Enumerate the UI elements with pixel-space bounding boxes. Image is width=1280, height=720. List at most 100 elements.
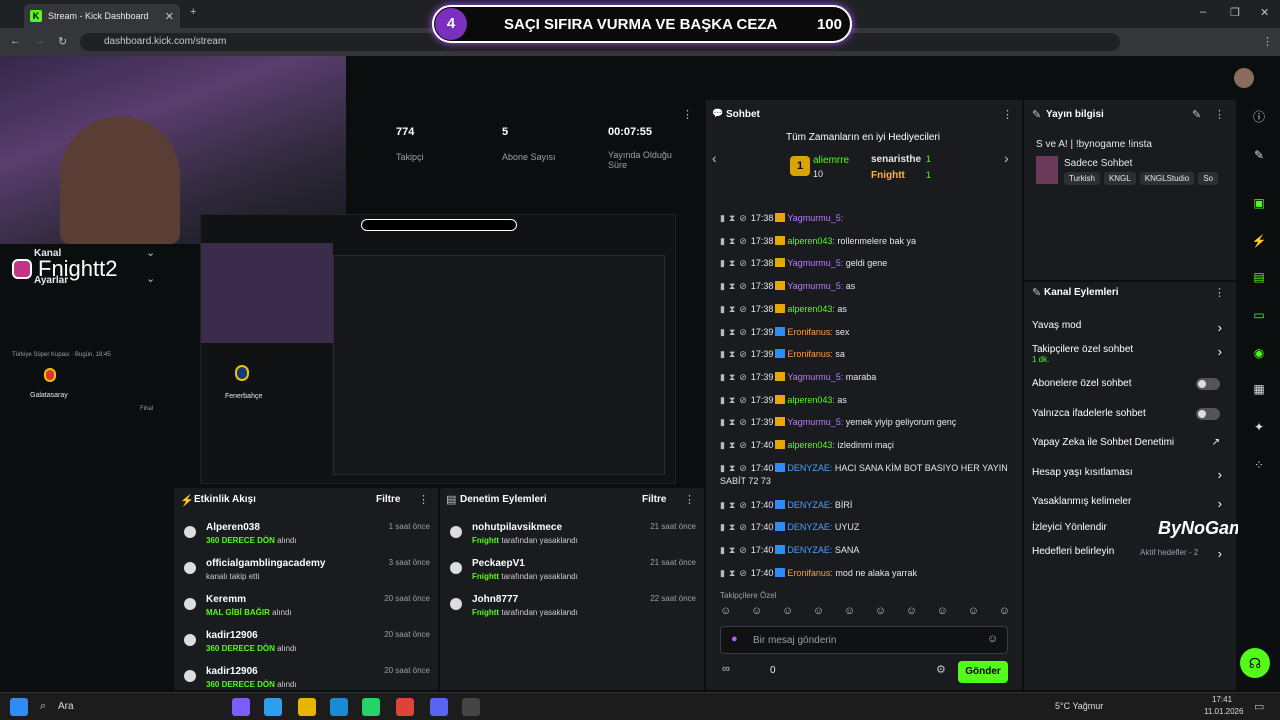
- apps-icon[interactable]: ⁘: [1248, 454, 1270, 476]
- timeout-icon[interactable]: ⧗: [729, 372, 735, 382]
- forward-icon[interactable]: →: [34, 35, 45, 47]
- chat-message[interactable]: ▮ ⧗ ⊘ 17:40 DENYZAE: UYUZ: [720, 521, 1016, 534]
- chevron-down-icon[interactable]: ⌄: [146, 246, 155, 259]
- activity-user[interactable]: kadir12906: [206, 630, 258, 641]
- info-icon[interactable]: ⓘ: [1248, 106, 1270, 128]
- chat-message[interactable]: ▮ ⧗ ⊘ 17:38 Yagmurmu_5: as: [720, 280, 1016, 293]
- message-user[interactable]: DENYZAE:: [787, 545, 832, 555]
- chat-message[interactable]: ▮ ⧗ ⊘ 17:38 Yagmurmu_5: geldi gene: [720, 257, 1016, 270]
- activity-item[interactable]: officialgamblingacademy kanalı takip ett…: [184, 558, 430, 588]
- ban-icon[interactable]: ⊘: [739, 463, 747, 473]
- timeout-icon[interactable]: ⧗: [729, 281, 735, 291]
- emote-icon[interactable]: ☺: [720, 605, 731, 621]
- trash-icon[interactable]: ▮: [720, 522, 725, 532]
- timeout-icon[interactable]: ⧗: [729, 395, 735, 405]
- maximize-icon[interactable]: ❐: [1230, 6, 1240, 19]
- trash-icon[interactable]: ▮: [720, 568, 725, 578]
- lightning-icon[interactable]: ⚡: [1248, 230, 1270, 252]
- activity-user[interactable]: Keremm: [206, 594, 246, 605]
- capture-icon[interactable]: ▣: [1248, 192, 1270, 214]
- activity-user[interactable]: kadir12906: [206, 666, 258, 677]
- ban-icon[interactable]: ⊘: [739, 304, 747, 314]
- tag[interactable]: KNGL: [1103, 172, 1136, 185]
- ban-icon[interactable]: ⊘: [739, 417, 747, 427]
- close-window-icon[interactable]: ✕: [1260, 6, 1269, 19]
- timeout-icon[interactable]: ⧗: [729, 327, 735, 337]
- timeout-icon[interactable]: ⧗: [729, 463, 735, 473]
- timeout-icon[interactable]: ⧗: [729, 304, 735, 314]
- message-user[interactable]: Yagmurmu_5:: [787, 213, 843, 223]
- activity-user[interactable]: officialgamblingacademy: [206, 558, 325, 569]
- browser-tab[interactable]: K Stream - Kick Dashboard ✕: [24, 4, 180, 28]
- message-user[interactable]: DENYZAE:: [787, 522, 832, 532]
- moderation-item[interactable]: PeckaepV1 Fnightt tarafından yasaklandı 21…: [450, 558, 696, 588]
- trash-icon[interactable]: ▮: [720, 258, 725, 268]
- activity-user[interactable]: Alperen038: [206, 522, 260, 533]
- chat-message[interactable]: ▮ ⧗ ⊘ 17:40 Eronifanus: mod ne alaka yarrak: [720, 567, 1016, 580]
- trash-icon[interactable]: ▮: [720, 304, 725, 314]
- microphone-icon[interactable]: ●: [731, 633, 738, 645]
- file-explorer-icon[interactable]: [298, 698, 316, 716]
- trash-icon[interactable]: ▮: [720, 372, 725, 382]
- ban-icon[interactable]: ⊘: [739, 258, 747, 268]
- chat-bubble-icon[interactable]: ▭: [1248, 304, 1270, 326]
- activity-item[interactable]: kadir12906 360 DERECE DÖN alındı 20 saat ö…: [184, 630, 430, 660]
- search-icon[interactable]: ⌕: [40, 700, 46, 713]
- ban-icon[interactable]: ⊘: [739, 395, 747, 405]
- stats-menu-icon[interactable]: ⋮: [682, 108, 693, 121]
- channel-action-item[interactable]: Takipçilere özel sohbet 1 dk. ›: [1032, 344, 1228, 366]
- filter-button[interactable]: Filtre: [376, 494, 400, 505]
- notification-icon[interactable]: ▭: [1254, 700, 1264, 713]
- timeout-icon[interactable]: ⧗: [729, 258, 735, 268]
- support-chat-button[interactable]: ☊: [1240, 648, 1270, 678]
- chat-message[interactable]: ▮ ⧗ ⊘ 17:40 DENYZAE: SANA: [720, 544, 1016, 557]
- emote-icon[interactable]: ☺: [906, 605, 917, 621]
- timeout-icon[interactable]: ⧗: [729, 568, 735, 578]
- chat-menu-icon[interactable]: ⋮: [1002, 108, 1013, 121]
- back-icon[interactable]: ←: [10, 35, 21, 47]
- emote-icon[interactable]: ☺: [751, 605, 762, 621]
- message-user[interactable]: Eronifanus:: [787, 568, 833, 578]
- timeout-icon[interactable]: ⧗: [729, 417, 735, 427]
- moderation-menu-icon[interactable]: ⋮: [684, 493, 695, 506]
- banned-user[interactable]: nohutpilavsikmece: [472, 522, 562, 533]
- timeout-icon[interactable]: ⧗: [729, 440, 735, 450]
- timeout-icon[interactable]: ⧗: [729, 545, 735, 555]
- chat-message[interactable]: ▮ ⧗ ⊘ 17:39 Eronifanus: sex: [720, 326, 1016, 339]
- stream-info-menu-icon[interactable]: ⋮: [1214, 108, 1225, 121]
- emote-icon[interactable]: ☺: [999, 605, 1010, 621]
- minimize-icon[interactable]: –: [1200, 6, 1206, 18]
- tag[interactable]: Turkish: [1064, 172, 1100, 185]
- trash-icon[interactable]: ▮: [720, 417, 725, 427]
- chrome-icon[interactable]: [396, 698, 414, 716]
- message-user[interactable]: Yagmurmu_5:: [787, 372, 843, 382]
- chat-message[interactable]: ▮ ⧗ ⊘ 17:39 Eronifanus: sa: [720, 348, 1016, 361]
- emote-icon[interactable]: ☺: [813, 605, 824, 621]
- emoji-icon[interactable]: ☺: [987, 633, 998, 645]
- moderation-item[interactable]: John8777 Fnightt tarafından yasaklandı 22 …: [450, 594, 696, 624]
- ban-icon[interactable]: ⊘: [739, 500, 747, 510]
- stream-preview[interactable]: Fenerbahçe: [200, 214, 676, 484]
- ban-icon[interactable]: ⊘: [739, 213, 747, 223]
- trash-icon[interactable]: ▮: [720, 463, 725, 473]
- chat-message[interactable]: ▮ ⧗ ⊘ 17:39 alperen043: as: [720, 394, 1016, 407]
- send-button[interactable]: Gönder: [958, 661, 1008, 683]
- ban-icon[interactable]: ⊘: [739, 440, 747, 450]
- toggle-switch[interactable]: [1196, 408, 1220, 420]
- trash-icon[interactable]: ▮: [720, 545, 725, 555]
- ban-icon[interactable]: ⊘: [739, 349, 747, 359]
- chat-message[interactable]: ▮ ⧗ ⊘ 17:39 Yagmurmu_5: maraba: [720, 371, 1016, 384]
- banned-user[interactable]: PeckaepV1: [472, 558, 525, 569]
- chevron-down-icon[interactable]: ⌄: [146, 272, 155, 285]
- discord-icon[interactable]: [430, 698, 448, 716]
- message-user[interactable]: Yagmurmu_5:: [787, 258, 843, 268]
- ban-icon[interactable]: ⊘: [739, 522, 747, 532]
- ban-icon[interactable]: ⊘: [739, 568, 747, 578]
- edge-icon[interactable]: [330, 698, 348, 716]
- clock-date[interactable]: 11.01.2026: [1204, 707, 1243, 716]
- chat-input[interactable]: ● Bir mesaj gönderin ☺: [720, 626, 1008, 654]
- emote-icon[interactable]: ☺: [968, 605, 979, 621]
- trash-icon[interactable]: ▮: [720, 236, 725, 246]
- channel-action-item[interactable]: Yapay Zeka ile Sohbet Denetimi ↗: [1032, 437, 1228, 459]
- channel-actions-menu-icon[interactable]: ⋮: [1214, 286, 1225, 299]
